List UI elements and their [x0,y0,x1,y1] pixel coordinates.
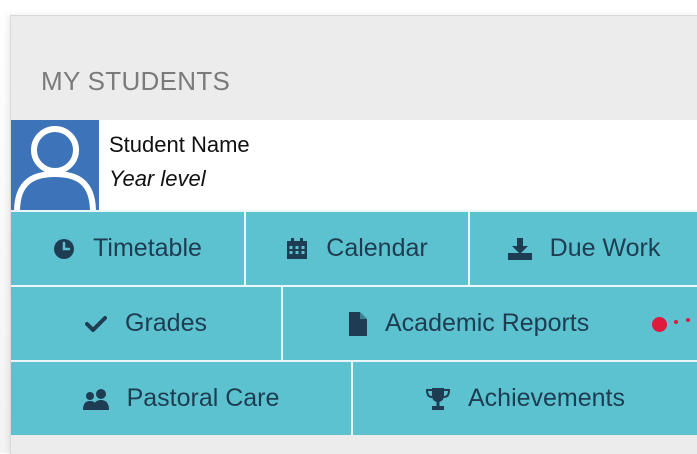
student-menu-grid: Timetable Calendar Due Work Grades Acade… [11,210,697,435]
academic-reports-label: Academic Reports [385,309,590,337]
trophy-icon [425,387,450,411]
badge-dot-icon [674,320,678,324]
notification-badge [652,317,667,332]
student-name: Student Name [109,132,250,157]
grades-label: Grades [125,309,207,337]
app-frame: MY STUDENTS Student Name Year level Time… [0,0,697,454]
timetable-label: Timetable [93,234,202,262]
due-work-button[interactable]: Due Work [470,212,697,285]
people-icon [82,388,109,410]
download-tray-icon [507,237,532,260]
achievements-label: Achievements [467,384,626,412]
panel-footer [11,435,697,454]
pastoral-care-label: Pastoral Care [126,384,280,412]
menu-row-2: Grades Academic Reports [11,285,697,360]
pastoral-care-button[interactable]: Pastoral Care [11,362,353,435]
user-avatar-icon [11,120,99,210]
checkmark-icon [85,315,107,333]
document-icon [349,311,367,336]
due-work-label: Due Work [549,234,661,262]
calendar-button[interactable]: Calendar [246,212,470,285]
calendar-icon [286,237,308,260]
achievements-button[interactable]: Achievements [353,362,697,435]
student-year-level: Year level [109,166,206,191]
badge-dot-icon [686,318,690,322]
menu-row-3: Pastoral Care Achievements [11,360,697,435]
student-card[interactable]: Student Name Year level [11,120,697,210]
section-title: MY STUDENTS [41,66,231,96]
clock-icon [53,238,75,260]
calendar-label: Calendar [326,234,428,262]
my-students-panel: MY STUDENTS Student Name Year level Time… [10,15,697,454]
grades-button[interactable]: Grades [11,287,283,360]
menu-row-1: Timetable Calendar Due Work [11,210,697,285]
timetable-button[interactable]: Timetable [11,212,246,285]
academic-reports-button[interactable]: Academic Reports [283,287,697,360]
